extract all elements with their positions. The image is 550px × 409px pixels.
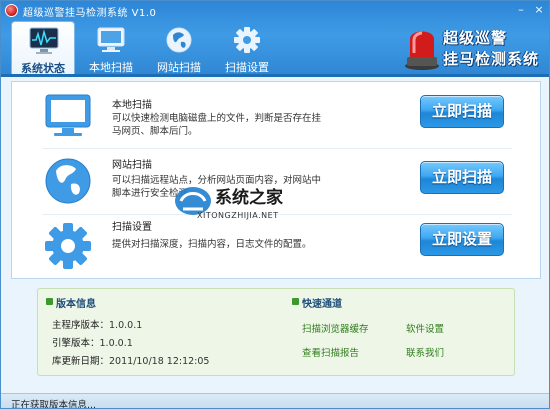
engine-version-line: 引擎版本：1.0.0.1 (52, 335, 133, 349)
action-title: 扫描设置 (112, 222, 152, 233)
app-window: 超级巡警挂马检测系统 V1.0 – × 系统状态 本地扫描 网站扫描 扫描设置 … (0, 0, 550, 409)
info-value: 2011/10/18 12:12:05 (109, 356, 210, 367)
tab-label: 网站扫描 (157, 61, 201, 74)
globe-icon (166, 27, 192, 53)
watermark: 系统之家 XITONGZHIJIA.NET (173, 181, 313, 227)
watermark-url: XITONGZHIJIA.NET (197, 211, 279, 220)
link-contact-us[interactable]: 联系我们 (406, 345, 444, 359)
link-scan-browser-cache[interactable]: 扫描浏览器缓存 (302, 321, 369, 335)
tab-label: 本地扫描 (89, 61, 133, 74)
quick-links-heading: 快速通道 (290, 295, 342, 310)
version-info: 版本信息 主程序版本：1.0.0.1 引擎版本：1.0.0.1 库更新日期：20… (44, 295, 264, 371)
monitor-chart-icon (29, 27, 59, 54)
alarm-light-icon (405, 31, 439, 70)
action-title: 本地扫描 (112, 100, 152, 111)
computer-icon (97, 27, 125, 52)
close-button[interactable]: × (532, 3, 546, 17)
computer-icon (45, 94, 91, 136)
tab-bar: 系统状态 本地扫描 网站扫描 扫描设置 (11, 21, 291, 75)
info-value: 1.0.0.1 (99, 338, 133, 349)
header: 超级巡警挂马检测系统 V1.0 – × 系统状态 本地扫描 网站扫描 扫描设置 … (1, 1, 549, 77)
tab-label: 扫描设置 (225, 61, 269, 74)
tab-label: 系统状态 (21, 62, 65, 75)
info-label: 引擎版本： (52, 338, 100, 349)
local-scan-button[interactable]: 立即扫描 (420, 95, 504, 128)
tab-local-scan[interactable]: 本地扫描 (79, 21, 143, 75)
tab-system-status[interactable]: 系统状态 (11, 21, 75, 75)
brand-area: 超级巡警 挂马检测系统 (397, 21, 549, 75)
link-view-scan-report[interactable]: 查看扫描报告 (302, 345, 359, 359)
action-row-local-scan: 本地扫描 可以快速检测电脑磁盘上的文件，判断是否存在挂马网页、脚本后门。 立即扫… (12, 82, 542, 148)
action-description: 提供对扫描深度，扫描内容，日志文件的配置。 (112, 239, 312, 250)
tab-website-scan[interactable]: 网站扫描 (147, 21, 211, 75)
gear-icon (45, 223, 91, 269)
info-panel: 版本信息 主程序版本：1.0.0.1 引擎版本：1.0.0.1 库更新日期：20… (37, 288, 515, 376)
quick-links: 快速通道 扫描浏览器缓存 软件设置 查看扫描报告 联系我们 (290, 295, 510, 371)
link-software-settings[interactable]: 软件设置 (406, 321, 444, 335)
main-version-line: 主程序版本：1.0.0.1 (52, 317, 142, 331)
website-scan-button[interactable]: 立即扫描 (420, 161, 504, 194)
app-logo-icon (5, 4, 18, 17)
gear-icon (234, 27, 260, 53)
action-title: 网站扫描 (112, 160, 152, 171)
minimize-button[interactable]: – (514, 3, 528, 17)
title-bar: 超级巡警挂马检测系统 V1.0 – × (1, 1, 549, 21)
status-bar: 正在获取版本信息... (1, 393, 549, 409)
globe-icon (45, 158, 91, 204)
action-panel: 本地扫描 可以快速检测电脑磁盘上的文件，判断是否存在挂马网页、脚本后门。 立即扫… (11, 81, 541, 279)
brand-title: 超级巡警 (443, 29, 508, 47)
status-text: 正在获取版本信息... (11, 400, 97, 409)
info-label: 主程序版本： (52, 320, 110, 331)
info-value: 1.0.0.1 (109, 320, 143, 331)
brand-subtitle: 挂马检测系统 (443, 50, 540, 68)
info-label: 库更新日期： (52, 356, 110, 367)
action-description: 可以快速检测电脑磁盘上的文件，判断是否存在挂马网页、脚本后门。 (112, 113, 322, 137)
window-title: 超级巡警挂马检测系统 V1.0 (23, 8, 157, 19)
version-heading: 版本信息 (44, 295, 96, 310)
tab-scan-settings[interactable]: 扫描设置 (215, 21, 279, 75)
watermark-text: 系统之家 (215, 188, 283, 208)
scan-settings-button[interactable]: 立即设置 (420, 223, 504, 256)
db-update-line: 库更新日期：2011/10/18 12:12:05 (52, 353, 209, 367)
